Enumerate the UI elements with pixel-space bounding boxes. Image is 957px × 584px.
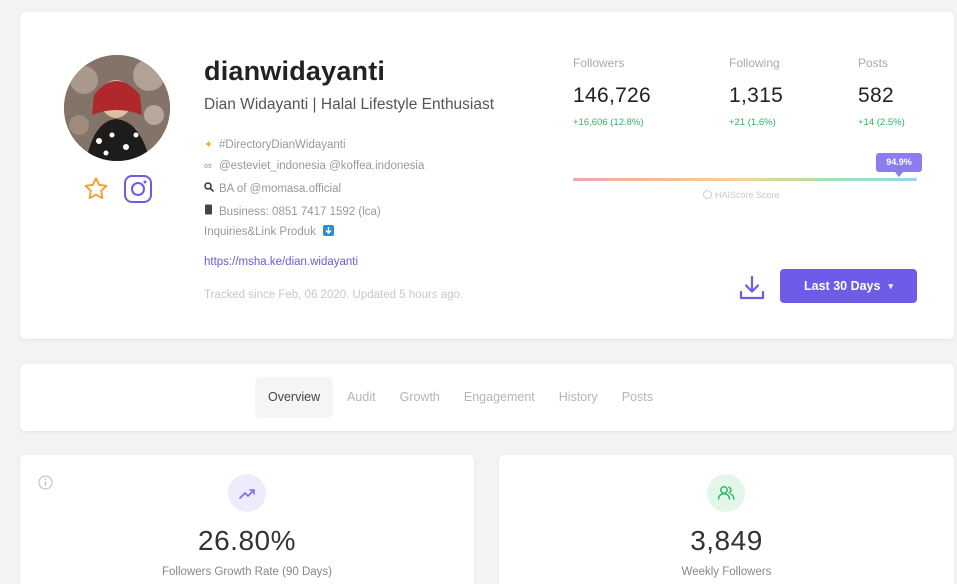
- weekly-followers-card: 3,849 Weekly Followers: [499, 455, 954, 584]
- weekly-followers-value: 3,849: [690, 525, 763, 556]
- stat-label: Posts: [858, 56, 889, 70]
- magnifier-icon: [204, 182, 216, 195]
- tab-bar: Overview Audit Growth Engagement History…: [255, 377, 677, 418]
- profile-card: dianwidayanti Dian Widayanti | Halal Lif…: [20, 12, 954, 339]
- sparkles-icon: ✦: [204, 139, 214, 151]
- weekly-followers-label: Weekly Followers: [681, 566, 772, 578]
- bio-line: Inquiries&Link Produk: [204, 225, 335, 238]
- instagram-icon[interactable]: [123, 174, 153, 204]
- stat-value: 1,315: [729, 84, 784, 107]
- bio-line: ∞ @esteviet_indonesia @koffea.indonesia: [204, 160, 425, 172]
- stat-label: Followers: [573, 56, 625, 70]
- tab-overview[interactable]: Overview: [255, 377, 334, 418]
- tab-engagement[interactable]: Engagement: [464, 377, 535, 418]
- score-bar: [573, 178, 917, 181]
- stat-following: Following 1,315 +21 (1.6%): [729, 56, 783, 128]
- phone-icon: [204, 204, 216, 218]
- tab-audit[interactable]: Audit: [347, 377, 376, 418]
- users-icon: [707, 474, 745, 512]
- stat-value: 582: [858, 84, 894, 107]
- tracked-since-text: Tracked since Feb, 06 2020. Updated 5 ho…: [204, 289, 464, 301]
- bio-line: Business: 0851 7417 1592 (lca): [204, 204, 381, 218]
- profile-username: dianwidayanti: [204, 56, 386, 86]
- favorite-star-icon[interactable]: [82, 175, 110, 203]
- stat-change: +16,606 (12.8%): [573, 117, 644, 128]
- bio-line: BA of @momasa.official: [204, 182, 341, 195]
- chevron-down-icon: ▾: [888, 280, 893, 291]
- profile-avatar: [64, 55, 170, 161]
- stat-value: 146,726: [573, 84, 652, 107]
- profile-full-name: Dian Widayanti | Halal Lifestyle Enthusi…: [204, 96, 495, 113]
- stat-posts: Posts 582 +14 (2.5%): [858, 56, 905, 128]
- growth-rate-value: 26.80%: [198, 525, 296, 556]
- growth-rate-label: Followers Growth Rate (90 Days): [162, 566, 332, 578]
- date-range-button[interactable]: Last 30 Days ▾: [780, 269, 917, 303]
- stat-followers: Followers 146,726 +16,606 (12.8%): [573, 56, 651, 128]
- growth-rate-card: 26.80% Followers Growth Rate (90 Days): [20, 455, 474, 584]
- stat-label: Following: [729, 56, 780, 70]
- loop-icon: ∞: [204, 160, 212, 172]
- bio-line: ✦ #DirectoryDianWidayanti: [204, 139, 346, 151]
- stat-change: +21 (1.6%): [729, 117, 776, 128]
- score-badge: 94.9%: [876, 153, 922, 177]
- date-range-label: Last 30 Days: [804, 279, 881, 293]
- info-circle-icon: [703, 190, 712, 199]
- info-icon[interactable]: [38, 475, 53, 490]
- score-label: HAIScore Score: [703, 190, 780, 200]
- trend-up-icon: [228, 474, 266, 512]
- profile-link[interactable]: https://msha.ke/dian.widayanti: [204, 256, 358, 268]
- stat-change: +14 (2.5%): [858, 117, 905, 128]
- tab-history[interactable]: History: [559, 377, 598, 418]
- tabs-card: Overview Audit Growth Engagement History…: [20, 364, 954, 431]
- tab-growth[interactable]: Growth: [400, 377, 440, 418]
- tab-posts[interactable]: Posts: [622, 377, 653, 418]
- down-arrow-box-icon: [323, 225, 335, 236]
- download-icon[interactable]: [737, 273, 767, 303]
